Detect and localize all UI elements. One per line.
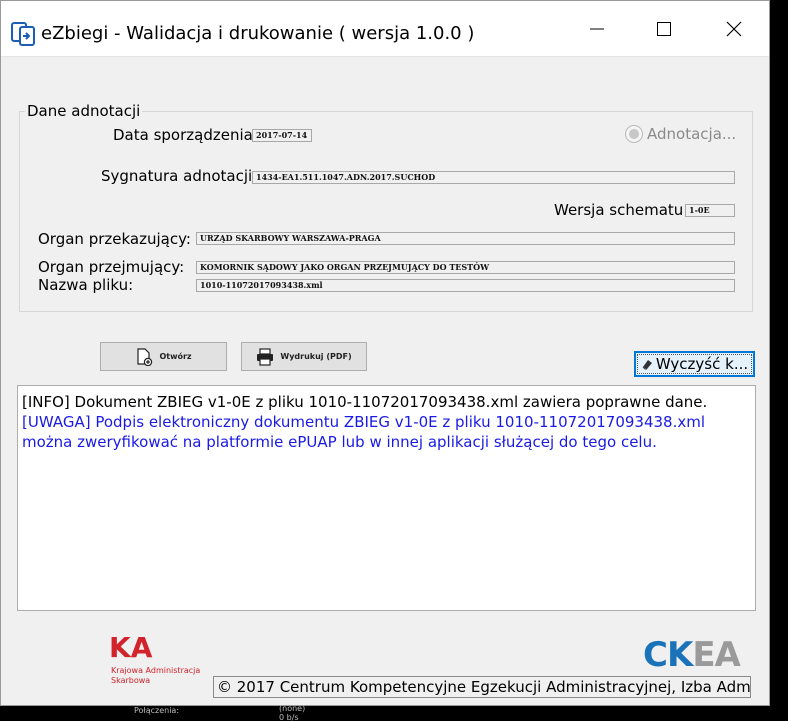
copyright-status: © 2017 Centrum Kompetencyjne Egzekucji A… — [213, 676, 751, 698]
close-icon — [726, 21, 742, 37]
radio-icon — [625, 125, 643, 143]
maximize-button[interactable] — [629, 1, 699, 57]
schema-label: Wersja schematu: — [554, 201, 689, 219]
open-button-label: Otwórz — [159, 352, 192, 361]
clear-log-label: Wyczyść k... — [655, 355, 749, 373]
group-title: Dane adnotacji — [25, 102, 143, 120]
from-field[interactable]: URZĄD SKARBOWY WARSZAWA-PRAGA — [196, 232, 735, 245]
ckea-logo-part1: CK — [643, 635, 693, 675]
window-title: eZbiegi - Walidacja i drukowanie ( wersj… — [41, 23, 475, 44]
log-info-line: [INFO] Dokument ZBIEG v1-0E z pliku 1010… — [22, 393, 708, 411]
eraser-icon — [642, 360, 652, 370]
minimize-icon — [590, 28, 604, 30]
background-connections-label: Połączenia: — [134, 706, 180, 715]
kas-caption-line2: Skarbowa — [111, 676, 151, 685]
date-label: Data sporządzenia: — [113, 126, 258, 144]
open-button[interactable]: Otwórz — [100, 342, 227, 371]
background-status-2: 0 b/s — [279, 713, 299, 721]
minimize-button[interactable] — [562, 1, 632, 57]
file-field[interactable]: 1010-11072017093438.xml — [196, 279, 735, 292]
ckea-logo: CKEA — [643, 635, 741, 675]
to-field[interactable]: KOMORNIK SĄDOWY JAKO ORGAN PRZEJMUJĄCY D… — [196, 261, 735, 274]
print-pdf-button[interactable]: Wydrukuj (PDF) — [241, 342, 367, 371]
annotation-radio[interactable]: Adnotacja... — [625, 125, 736, 143]
printer-icon — [257, 347, 274, 366]
close-button[interactable] — [699, 1, 769, 57]
signature-label: Sygnatura adnotacji: — [101, 167, 258, 185]
to-label: Organ przejmujący: — [38, 258, 185, 276]
kas-logo-text: KAS — [109, 631, 153, 663]
from-label: Organ przekazujący: — [38, 230, 191, 248]
kas-caption-line1: Krajowa Administracja — [111, 666, 201, 675]
title-bar[interactable]: eZbiegi - Walidacja i drukowanie ( wersj… — [1, 1, 769, 57]
clear-log-button[interactable]: Wyczyść k... — [634, 351, 755, 377]
ckea-logo-part2: EA — [692, 635, 741, 675]
maximize-icon — [657, 22, 671, 36]
open-file-icon — [137, 347, 153, 366]
app-icon — [11, 22, 35, 46]
print-button-label: Wydrukuj (PDF) — [280, 352, 352, 361]
log-output[interactable]: [INFO] Dokument ZBIEG v1-0E z pliku 1010… — [17, 385, 756, 611]
file-label: Nazwa pliku: — [38, 276, 134, 294]
annotation-radio-label: Adnotacja... — [647, 125, 737, 143]
log-warning-line: [UWAGA] Podpis elektroniczny dokumentu Z… — [22, 413, 706, 451]
app-window: eZbiegi - Walidacja i drukowanie ( wersj… — [0, 0, 770, 706]
kas-caption: Krajowa Administracja Skarbowa — [111, 666, 200, 686]
background-status-1: (none) — [279, 704, 306, 713]
clear-log-focus: Wyczyść k... — [636, 354, 753, 374]
signature-field[interactable]: 1434-EA1.511.1047.ADN.2017.SUCHOD — [252, 171, 735, 184]
kas-logo: KAS — [109, 631, 153, 663]
date-field[interactable]: 2017-07-14 — [252, 129, 312, 142]
schema-field[interactable]: 1-0E — [685, 204, 735, 217]
